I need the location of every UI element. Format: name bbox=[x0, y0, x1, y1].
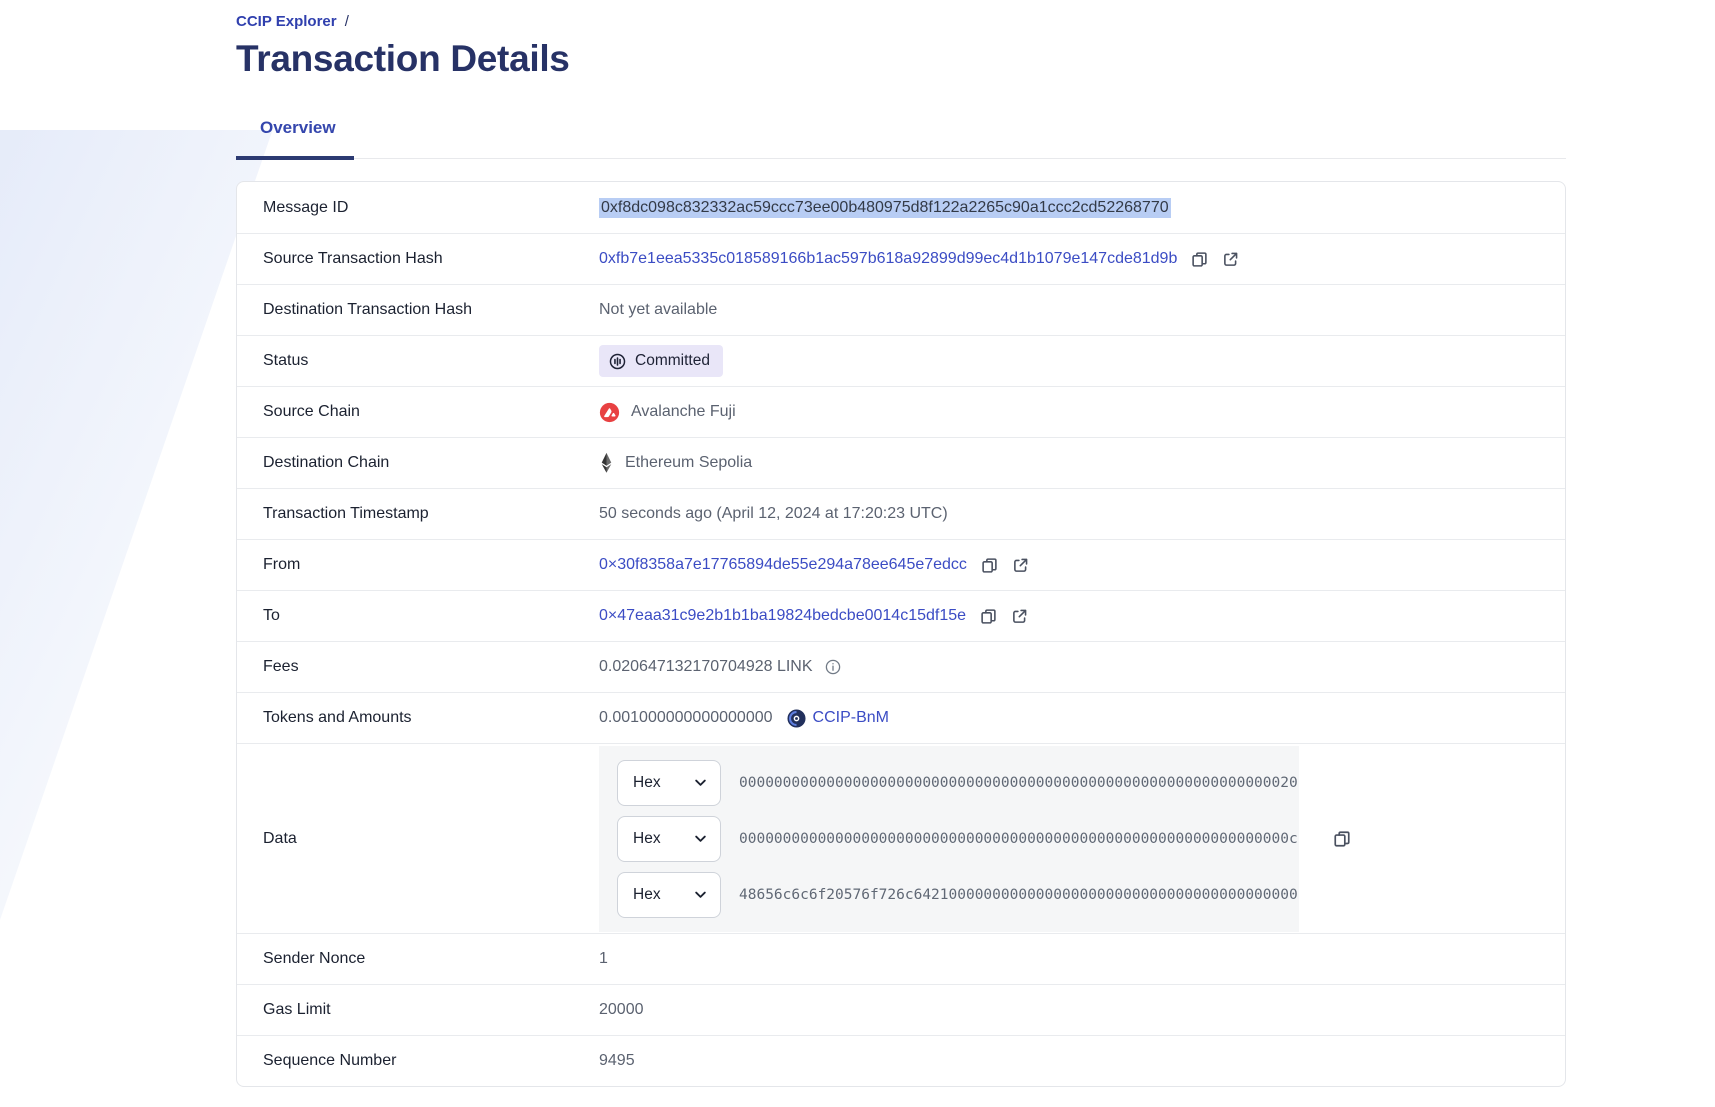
encoding-select[interactable]: Hex bbox=[617, 872, 721, 918]
avalanche-icon bbox=[599, 402, 620, 423]
chevron-down-icon bbox=[694, 776, 707, 789]
dest-chain-name: Ethereum Sepolia bbox=[625, 454, 752, 472]
row-label: Status bbox=[263, 352, 599, 370]
breadcrumb: CCIP Explorer / bbox=[236, 0, 1566, 30]
table-row-message-id: Message ID 0xf8dc098c832332ac59ccc73ee00… bbox=[237, 182, 1565, 233]
data-line-1: Hex 000000000000000000000000000000000000… bbox=[617, 760, 1299, 806]
row-label: Sequence Number bbox=[263, 1052, 599, 1070]
tab-overview[interactable]: Overview bbox=[236, 118, 360, 158]
gas-limit-value: 20000 bbox=[599, 1001, 644, 1019]
sequence-number-value: 9495 bbox=[599, 1052, 635, 1070]
to-address-link[interactable]: 0×47eaa31c9e2b1b1ba19824bedcbe0014c15df1… bbox=[599, 607, 966, 625]
table-row-status: Status Committed bbox=[237, 335, 1565, 386]
table-row-source-tx-hash: Source Transaction Hash 0xfb7e1eea5335c0… bbox=[237, 233, 1565, 284]
encoding-select[interactable]: Hex bbox=[617, 760, 721, 806]
breadcrumb-separator: / bbox=[345, 13, 349, 30]
encoding-select-value: Hex bbox=[633, 886, 661, 904]
table-row-source-chain: Source Chain Avalanche Fuji bbox=[237, 386, 1565, 437]
tab-bar: Overview bbox=[236, 118, 1566, 159]
table-row-sequence-number: Sequence Number 9495 bbox=[237, 1035, 1565, 1086]
row-label: Message ID bbox=[263, 199, 599, 217]
row-label: Destination Chain bbox=[263, 454, 599, 472]
hex-data-value: 0000000000000000000000000000000000000000… bbox=[739, 831, 1298, 847]
breadcrumb-ccip-explorer-link[interactable]: CCIP Explorer bbox=[236, 13, 337, 30]
dest-tx-hash-value: Not yet available bbox=[599, 301, 717, 319]
source-chain-name: Avalanche Fuji bbox=[631, 403, 736, 421]
copy-icon[interactable] bbox=[1333, 830, 1351, 848]
table-row-fees: Fees 0.020647132170704928 LINK bbox=[237, 641, 1565, 692]
table-row-tokens-amounts: Tokens and Amounts 0.001000000000000000 … bbox=[237, 692, 1565, 743]
from-address-link[interactable]: 0×30f8358a7e17765894de55e294a78ee645e7ed… bbox=[599, 556, 967, 574]
row-label: Source Transaction Hash bbox=[263, 250, 599, 268]
fees-value: 0.020647132170704928 LINK bbox=[599, 658, 813, 676]
token-name-link[interactable]: CCIP-BnM bbox=[813, 709, 889, 727]
ccip-bnm-token-icon bbox=[787, 709, 806, 728]
table-row-timestamp: Transaction Timestamp 50 seconds ago (Ap… bbox=[237, 488, 1565, 539]
row-label: Sender Nonce bbox=[263, 950, 599, 968]
table-row-from: From 0×30f8358a7e17765894de55e294a78ee64… bbox=[237, 539, 1565, 590]
row-label: Fees bbox=[263, 658, 599, 676]
row-label: Transaction Timestamp bbox=[263, 505, 599, 523]
external-link-icon[interactable] bbox=[1011, 608, 1028, 625]
data-line-3: Hex 48656c6c6f20576f726c6421000000000000… bbox=[617, 872, 1299, 918]
data-hex-panel: Hex 000000000000000000000000000000000000… bbox=[599, 746, 1299, 932]
tab-active-underline bbox=[236, 156, 354, 160]
table-row-dest-tx-hash: Destination Transaction Hash Not yet ava… bbox=[237, 284, 1565, 335]
message-id-value: 0xf8dc098c832332ac59ccc73ee00b480975d8f1… bbox=[599, 198, 1171, 218]
copy-icon[interactable] bbox=[980, 608, 997, 625]
row-label: Gas Limit bbox=[263, 1001, 599, 1019]
table-row-to: To 0×47eaa31c9e2b1b1ba19824bedcbe0014c15… bbox=[237, 590, 1565, 641]
row-label: Data bbox=[263, 830, 599, 848]
status-badge: Committed bbox=[599, 345, 723, 377]
data-line-2: Hex 000000000000000000000000000000000000… bbox=[617, 816, 1299, 862]
info-icon[interactable] bbox=[825, 659, 841, 675]
copy-icon[interactable] bbox=[981, 557, 998, 574]
status-badge-label: Committed bbox=[635, 352, 710, 370]
row-label: From bbox=[263, 556, 599, 574]
chevron-down-icon bbox=[694, 888, 707, 901]
committed-status-icon bbox=[609, 353, 626, 370]
encoding-select-value: Hex bbox=[633, 774, 661, 792]
row-label: Destination Transaction Hash bbox=[263, 301, 599, 319]
transaction-details-card: Message ID 0xf8dc098c832332ac59ccc73ee00… bbox=[236, 181, 1566, 1087]
page-container: CCIP Explorer / Transaction Details Over… bbox=[236, 0, 1566, 1087]
encoding-select[interactable]: Hex bbox=[617, 816, 721, 862]
table-row-sender-nonce: Sender Nonce 1 bbox=[237, 933, 1565, 984]
row-label: To bbox=[263, 607, 599, 625]
row-label: Tokens and Amounts bbox=[263, 709, 599, 727]
table-row-dest-chain: Destination Chain Ethereum Sepolia bbox=[237, 437, 1565, 488]
table-row-data: Data Hex 0000000000000000000000000000000… bbox=[237, 743, 1565, 933]
ethereum-icon bbox=[599, 452, 614, 474]
page-title: Transaction Details bbox=[236, 38, 1566, 80]
chevron-down-icon bbox=[694, 832, 707, 845]
external-link-icon[interactable] bbox=[1012, 557, 1029, 574]
row-label: Source Chain bbox=[263, 403, 599, 421]
copy-icon[interactable] bbox=[1191, 251, 1208, 268]
hex-data-value: 48656c6c6f20576f726c64210000000000000000… bbox=[739, 887, 1298, 903]
external-link-icon[interactable] bbox=[1222, 251, 1239, 268]
encoding-select-value: Hex bbox=[633, 830, 661, 848]
timestamp-value: 50 seconds ago (April 12, 2024 at 17:20:… bbox=[599, 505, 948, 523]
hex-data-value: 0000000000000000000000000000000000000000… bbox=[739, 775, 1298, 791]
token-amount-value: 0.001000000000000000 bbox=[599, 709, 773, 727]
source-tx-hash-link[interactable]: 0xfb7e1eea5335c018589166b1ac597b618a9289… bbox=[599, 250, 1177, 268]
table-row-gas-limit: Gas Limit 20000 bbox=[237, 984, 1565, 1035]
sender-nonce-value: 1 bbox=[599, 950, 608, 968]
